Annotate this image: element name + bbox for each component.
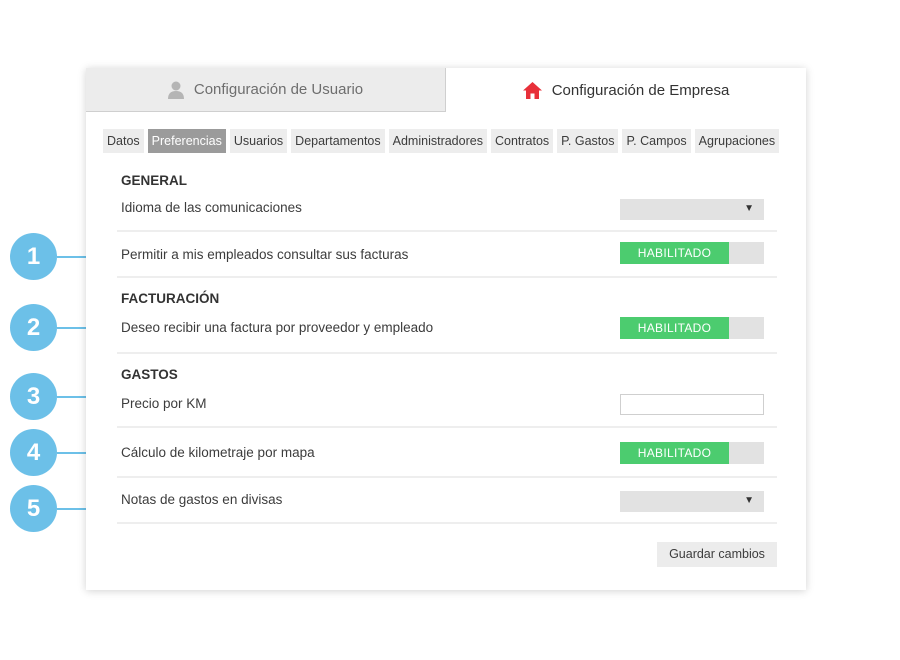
idioma-label: Idioma de las comunicaciones (121, 200, 302, 215)
callout-5: 5 (10, 485, 57, 532)
subtab-departamentos[interactable]: Departamentos (291, 129, 385, 153)
divider (117, 352, 777, 354)
precio-km-input[interactable] (620, 394, 764, 415)
subtab-administradores[interactable]: Administradores (388, 129, 487, 153)
divider (117, 276, 777, 278)
tab-user-label: Configuración de Usuario (193, 81, 364, 98)
divider (117, 476, 777, 478)
subtab-p-gastos[interactable]: P. Gastos (557, 129, 619, 153)
divider (117, 230, 777, 232)
tab-user-settings[interactable]: Configuración de Usuario (86, 68, 446, 112)
caret-down-icon: ▼ (744, 495, 754, 506)
subtab-bar: Datos Preferencias Usuarios Departamento… (103, 129, 780, 153)
section-general-title: GENERAL (121, 173, 188, 188)
kilometraje-toggle[interactable]: HABILITADO (620, 442, 764, 464)
subtab-preferencias[interactable]: Preferencias (147, 129, 226, 153)
subtab-datos[interactable]: Datos (103, 129, 144, 153)
subtab-usuarios[interactable]: Usuarios (229, 129, 288, 153)
section-gastos-title: GASTOS (121, 367, 178, 382)
divider (117, 522, 777, 524)
subtab-contratos[interactable]: Contratos (490, 129, 554, 153)
kilometraje-label: Cálculo de kilometraje por mapa (121, 445, 315, 460)
consultar-facturas-label: Permitir a mis empleados consultar sus f… (121, 247, 409, 262)
tab-company-label: Configuración de Empresa (551, 81, 730, 99)
section-facturacion-title: FACTURACIÓN (121, 291, 220, 306)
precio-km-label: Precio por KM (121, 396, 207, 411)
caret-down-icon: ▼ (744, 203, 754, 214)
settings-panel: Configuración de Usuario Configuración d… (86, 68, 806, 590)
divisas-select[interactable]: ▼ (620, 491, 764, 512)
idioma-select[interactable]: ▼ (620, 199, 764, 220)
home-icon (522, 81, 542, 99)
callout-2: 2 (10, 304, 57, 351)
subtab-p-campos[interactable]: P. Campos (622, 129, 691, 153)
subtab-agrupaciones[interactable]: Agrupaciones (694, 129, 780, 153)
toggle-on-label: HABILITADO (620, 442, 729, 464)
callout-3: 3 (10, 373, 57, 420)
callout-4: 4 (10, 429, 57, 476)
divisas-label: Notas de gastos en divisas (121, 492, 283, 507)
factura-proveedor-toggle[interactable]: HABILITADO (620, 317, 764, 339)
callout-1: 1 (10, 233, 57, 280)
save-button[interactable]: Guardar cambios (657, 542, 777, 567)
divider (117, 426, 777, 428)
factura-proveedor-label: Deseo recibir una factura por proveedor … (121, 320, 434, 335)
consultar-facturas-toggle[interactable]: HABILITADO (620, 242, 764, 264)
toggle-on-label: HABILITADO (620, 242, 729, 264)
user-icon (167, 81, 184, 99)
tab-company-settings[interactable]: Configuración de Empresa (446, 68, 806, 112)
toggle-on-label: HABILITADO (620, 317, 729, 339)
